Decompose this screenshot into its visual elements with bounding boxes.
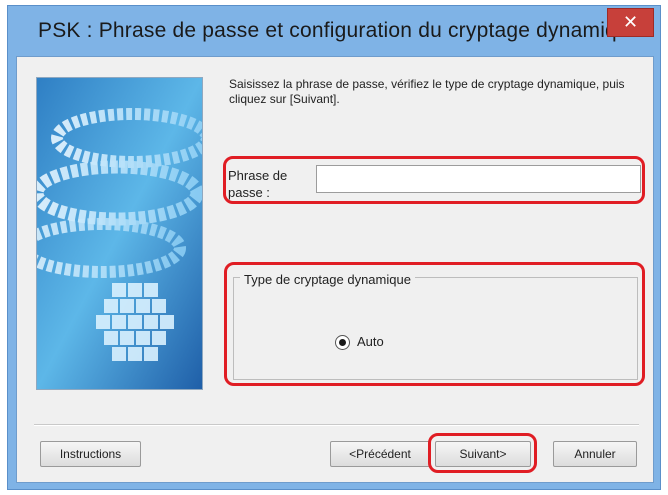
close-icon: ✕ bbox=[622, 12, 639, 32]
next-button[interactable]: Suivant> bbox=[435, 441, 531, 467]
auto-radio-button[interactable] bbox=[335, 335, 350, 350]
cancel-button[interactable]: Annuler bbox=[553, 441, 637, 467]
instructions-button[interactable]: Instructions bbox=[40, 441, 141, 467]
dialog-window: PSK : Phrase de passe et configuration d… bbox=[8, 6, 660, 489]
encryption-group-title: Type de cryptage dynamique bbox=[240, 272, 415, 287]
auto-radio-label[interactable]: Auto bbox=[357, 334, 384, 349]
button-separator bbox=[34, 424, 639, 426]
passphrase-input[interactable] bbox=[316, 165, 641, 193]
title-bar: PSK : Phrase de passe et configuration d… bbox=[8, 6, 660, 56]
close-button[interactable]: ✕ bbox=[607, 8, 654, 37]
window-title: PSK : Phrase de passe et configuration d… bbox=[38, 19, 641, 42]
encryption-type-group bbox=[233, 277, 638, 380]
passphrase-label-line1: Phrase de bbox=[228, 168, 288, 183]
instructions-text: Saisissez la phrase de passe, vérifiez l… bbox=[229, 77, 625, 106]
dialog-client-area: Saisissez la phrase de passe, vérifiez l… bbox=[16, 56, 654, 483]
passphrase-label-line2: passe : bbox=[228, 185, 270, 200]
previous-button[interactable]: <Précédent bbox=[330, 441, 430, 467]
wireless-illustration-icon bbox=[37, 78, 202, 389]
passphrase-label: Phrase de passe : bbox=[228, 167, 287, 201]
wireless-illustration bbox=[36, 77, 203, 390]
